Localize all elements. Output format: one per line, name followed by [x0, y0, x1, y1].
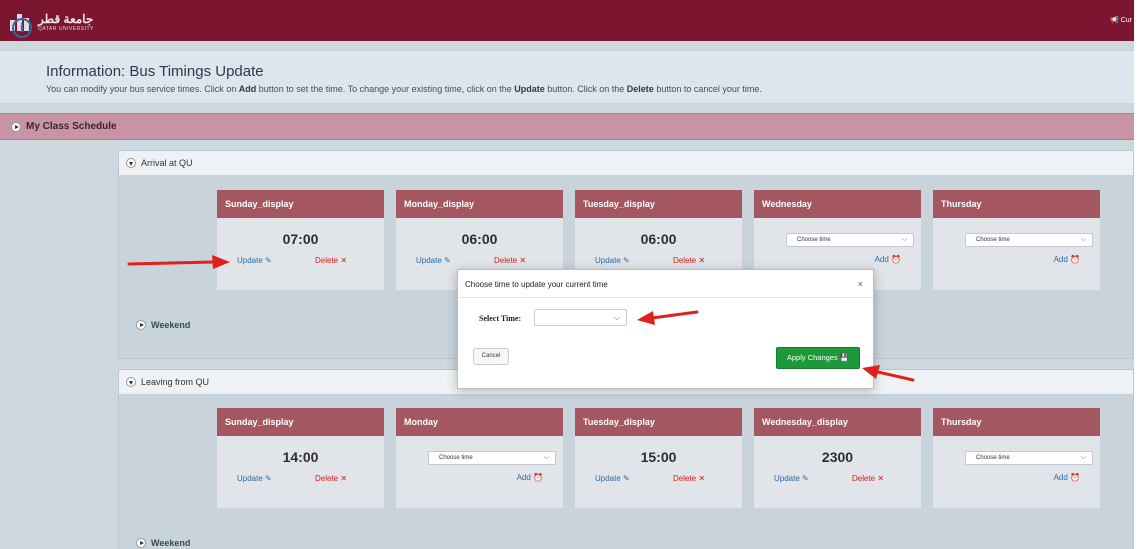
arrow-to-apply-head [862, 365, 880, 379]
arrow-to-update-head [212, 255, 230, 269]
arrow-to-update [127, 260, 216, 266]
arrow-to-apply [876, 370, 915, 382]
arrow-to-select-time-head [637, 311, 655, 325]
arrow-to-select-time [650, 310, 699, 320]
page: جامعة قطر QATAR UNIVERSITY 📢 Cur i Infor… [0, 0, 1134, 549]
annotation-arrows [127, 255, 915, 382]
